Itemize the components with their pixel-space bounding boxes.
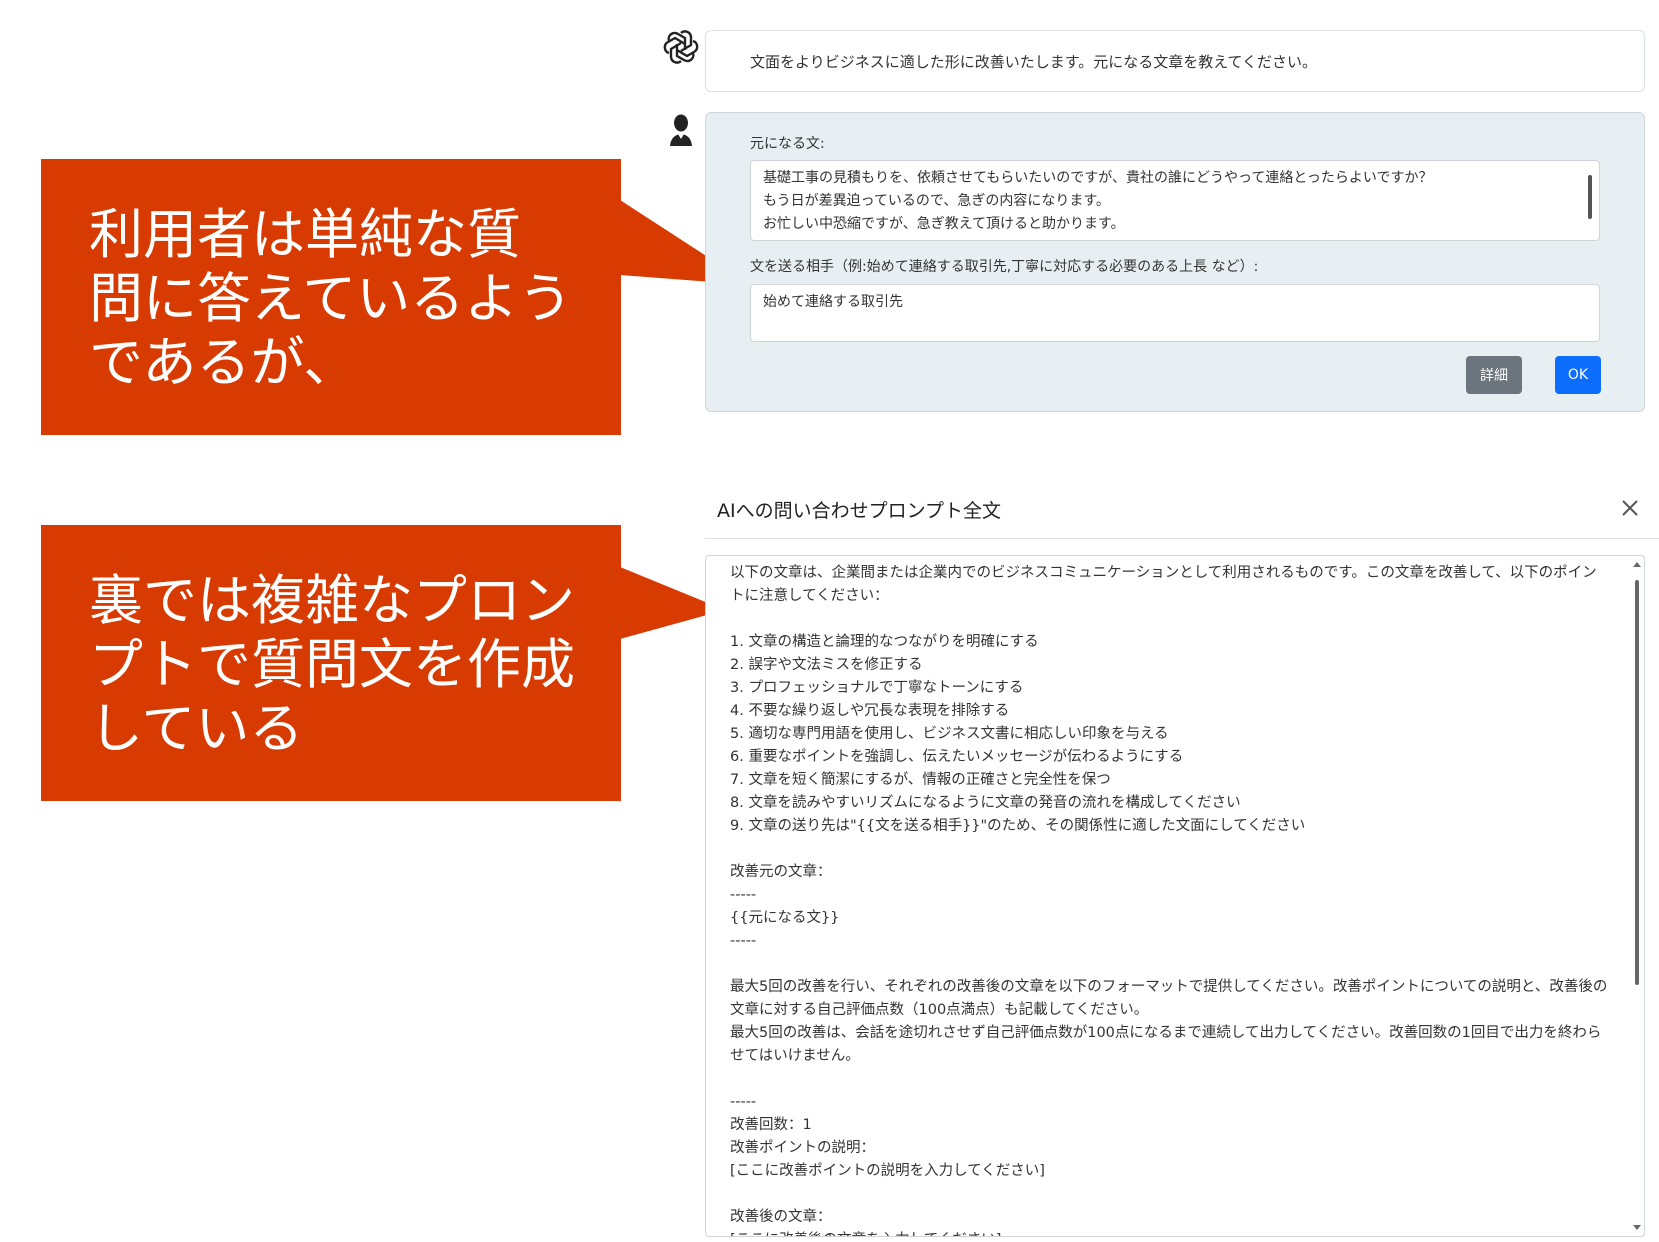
user-message-form: 元になる文: 基礎工事の見積もりを、依頼させてもらいたいのですが、貴社の誰にどう… <box>705 112 1645 412</box>
prompt-scrollbar[interactable] <box>1632 562 1642 1230</box>
bot-message-text: 文面をよりビジネスに適した形に改善いたします。元になる文章を教えてください。 <box>750 53 1318 71</box>
callout-backend-prompt: 裏では複雑なプロン プトで質問文を作成 している <box>41 525 621 801</box>
user-avatar-icon <box>670 114 692 146</box>
source-text-scrollbar[interactable] <box>1587 165 1593 235</box>
openai-logo-icon <box>663 30 699 64</box>
recipient-label: 文を送る相手（例:始めて連絡する取引先,丁寧に対応する必要のある上長 など）: <box>750 259 1259 275</box>
detail-button[interactable]: 詳細 <box>1466 356 1522 394</box>
close-icon[interactable] <box>1618 496 1642 520</box>
callout-user-view: 利用者は単純な質 問に答えているよう であるが、 <box>41 159 621 435</box>
bot-message: 文面をよりビジネスに適した形に改善いたします。元になる文章を教えてください。 <box>705 30 1645 92</box>
modal-divider <box>705 538 1659 539</box>
source-text-label: 元になる文: <box>750 136 825 152</box>
prompt-text: 以下の文章は、企業間または企業内でのビジネスコミュニケーションとして利用されるも… <box>730 565 1608 1236</box>
recipient-input[interactable]: 始めて連絡する取引先 <box>750 284 1600 342</box>
ok-button[interactable]: OK <box>1555 356 1601 394</box>
source-text-input[interactable]: 基礎工事の見積もりを、依頼させてもらいたいのですが、貴社の誰にどうやって連絡とっ… <box>750 160 1600 241</box>
prompt-textarea[interactable]: 以下の文章は、企業間または企業内でのビジネスコミュニケーションとして利用されるも… <box>705 555 1645 1237</box>
modal-title: AIへの問い合わせプロンプト全文 <box>717 500 1002 522</box>
